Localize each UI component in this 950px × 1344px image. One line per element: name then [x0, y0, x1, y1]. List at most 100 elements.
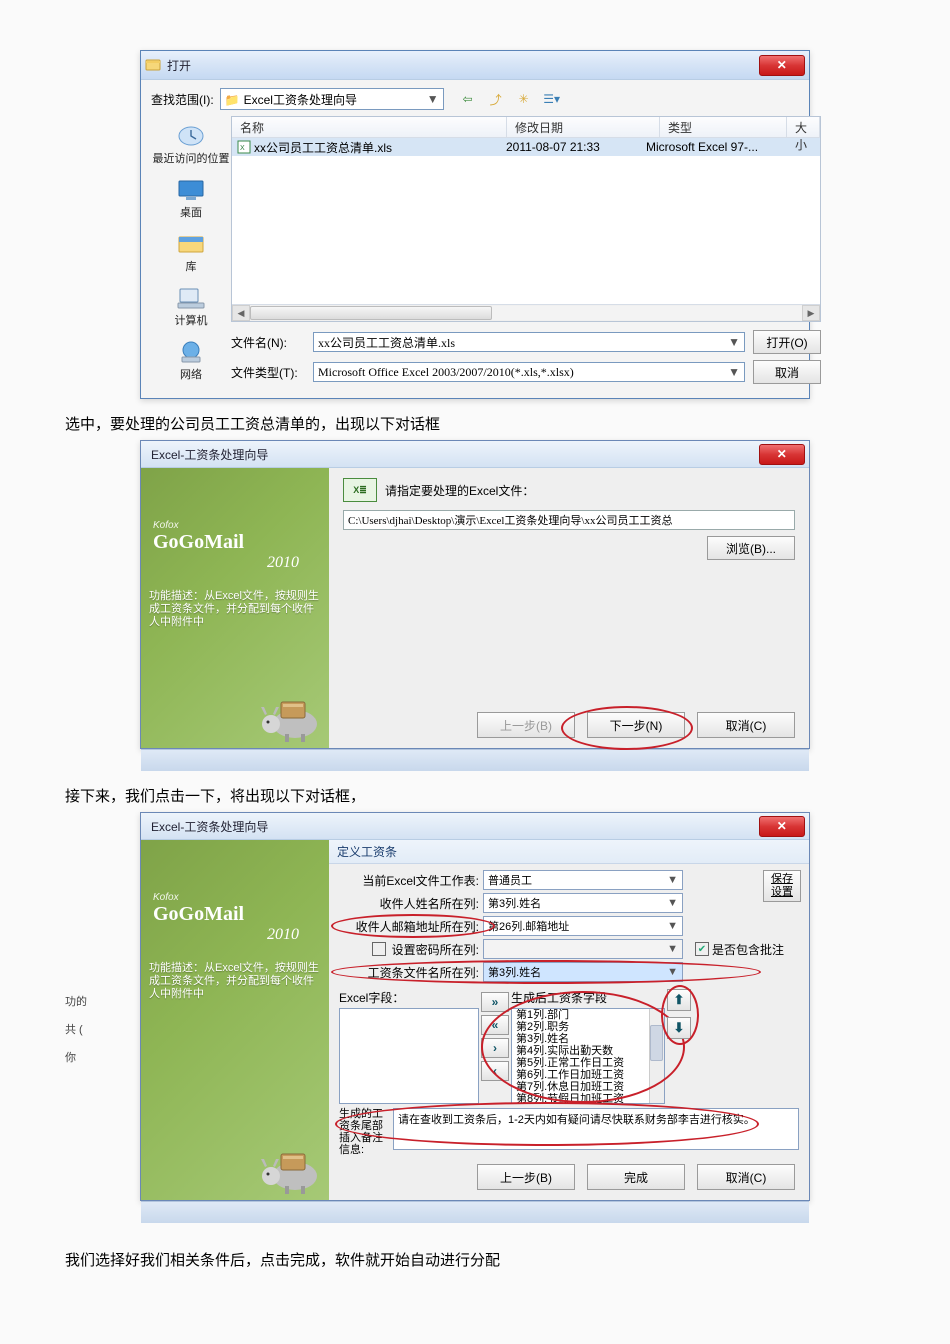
caption-1: 选中，要处理的公司员工工资总清单的，出现以下对话框: [65, 413, 885, 434]
pwd-col-dropdown[interactable]: ▼: [483, 939, 683, 959]
group-title: 定义工资条: [329, 840, 809, 864]
chevron-down-icon: ▼: [667, 966, 678, 978]
sidebar-library[interactable]: 库: [151, 228, 231, 276]
wizard-banner: Kofox GoGoMail 2010 功能描述：从Excel文件，按规则生成工…: [141, 468, 329, 748]
fragment-strip: [141, 749, 809, 771]
mail-col-dropdown[interactable]: 第26列.邮箱地址▼: [483, 916, 683, 936]
network-icon: [173, 338, 209, 366]
back-icon[interactable]: ⇦: [456, 88, 480, 110]
mascot-icon: [251, 684, 323, 744]
close-button[interactable]: ✕: [759, 444, 805, 465]
pwd-col-label: 设置密码所在列:: [345, 941, 479, 958]
pwd-checkbox[interactable]: [372, 942, 386, 956]
selected-fields-list[interactable]: 第1列.部门 第2列.职务 第3列.姓名 第4列.实际出勤天数 第5列.正常工作…: [511, 1008, 665, 1104]
titlebar: Excel-工资条处理向导 ✕: [141, 813, 809, 840]
sheet-dropdown[interactable]: 普通员工▼: [483, 870, 683, 890]
list-scrollbar[interactable]: [649, 1009, 664, 1103]
col-size[interactable]: 大小: [787, 117, 820, 137]
filename-label: 文件名(N):: [231, 334, 305, 351]
chevron-down-icon: ▼: [667, 920, 678, 932]
cancel-button[interactable]: 取消: [753, 360, 821, 384]
excel-path-input[interactable]: C:\Users\djhai\Desktop\演示\Excel工资条处理向导\x…: [343, 510, 795, 530]
save-settings-button[interactable]: 保存 设置: [763, 870, 801, 902]
move-up-button[interactable]: ⬆: [667, 989, 691, 1011]
close-icon: ✕: [777, 447, 788, 461]
desktop-icon: [173, 176, 209, 204]
col-type[interactable]: 类型: [660, 117, 787, 137]
chevron-down-icon[interactable]: ▼: [728, 335, 740, 350]
chevron-down-icon: ▼: [667, 897, 678, 909]
mail-col-label: 收件人邮箱地址所在列:: [345, 918, 479, 935]
chevron-down-icon: ▼: [667, 874, 678, 886]
finish-button[interactable]: 完成: [587, 1164, 685, 1190]
sidebar-desktop[interactable]: 桌面: [151, 174, 231, 222]
available-fields-list[interactable]: [339, 1008, 479, 1104]
fragment-strip: [141, 1201, 809, 1223]
close-button[interactable]: ✕: [759, 55, 805, 76]
titlebar: 打开 ✕: [141, 51, 809, 80]
file-list[interactable]: 名称 修改日期 类型 大小 X xx公司员工工资总清单.xls 2011-08-…: [231, 116, 821, 322]
file-row[interactable]: X xx公司员工工资总清单.xls 2011-08-07 21:33 Micro…: [232, 138, 820, 156]
wizard-dialog-step2: Excel-工资条处理向导 ✕ Kofox GoGoMail 2010 功能描述…: [140, 812, 810, 1201]
file-list-header: 名称 修改日期 类型 大小: [232, 117, 820, 138]
view-menu-icon[interactable]: ☰▾: [540, 88, 564, 110]
move-all-right-button[interactable]: »: [481, 992, 509, 1012]
prompt-label: 请指定要处理的Excel文件：: [385, 482, 534, 499]
remark-checkbox[interactable]: ✔: [695, 942, 709, 956]
sheet-label: 当前Excel文件工作表:: [345, 872, 479, 889]
scroll-left-icon[interactable]: ◀: [232, 305, 250, 321]
caption-2: 接下来，我们点击一下，将出现以下对话框，: [65, 785, 885, 806]
filename-input[interactable]: xx公司员工工资总清单.xls ▼: [313, 332, 745, 352]
fname-col-dropdown[interactable]: 第3列.姓名▼: [483, 962, 683, 982]
close-icon: ✕: [777, 58, 788, 72]
sidebar-network[interactable]: 网络: [151, 336, 231, 384]
app-icon: [145, 57, 161, 73]
library-icon: [173, 230, 209, 258]
look-in-dropdown[interactable]: 📁Excel工资条处理向导 ▼: [220, 88, 444, 110]
dialog-title: 打开: [167, 57, 191, 74]
name-col-dropdown[interactable]: 第3列.姓名▼: [483, 893, 683, 913]
browse-button[interactable]: 浏览(B)...: [707, 536, 795, 560]
move-left-button[interactable]: ‹: [481, 1061, 509, 1081]
footer-note-textarea[interactable]: 请在查收到工资条后，1-2天内如有疑问请尽快联系财务部李吉进行核实。: [393, 1108, 799, 1150]
next-button[interactable]: 下一步(N): [587, 712, 685, 738]
chevron-down-icon: ▼: [427, 92, 439, 106]
move-all-left-button[interactable]: «: [481, 1015, 509, 1035]
prev-button[interactable]: 上一步(B): [477, 1164, 575, 1190]
cancel-button[interactable]: 取消(C): [697, 712, 795, 738]
scroll-thumb[interactable]: [250, 306, 492, 320]
horizontal-scrollbar[interactable]: ◀ ▶: [232, 304, 820, 321]
chevron-down-icon: ▼: [667, 943, 678, 955]
up-folder-icon[interactable]: ⤴: [484, 88, 508, 110]
xls-file-icon: X: [236, 139, 252, 155]
computer-icon: [173, 284, 209, 312]
close-icon: ✕: [777, 819, 788, 833]
svg-text:X: X: [240, 145, 245, 152]
name-col-label: 收件人姓名所在列:: [345, 895, 479, 912]
chevron-down-icon[interactable]: ▼: [728, 365, 740, 380]
places-sidebar: 最近访问的位置 桌面 库 计算机 网络: [151, 116, 231, 384]
sidebar-recent[interactable]: 最近访问的位置: [151, 120, 231, 168]
filetype-label: 文件类型(T):: [231, 364, 305, 381]
cancel-button[interactable]: 取消(C): [697, 1164, 795, 1190]
caption-3: 我们选择好我们相关条件后，点击完成，软件就开始自动进行分配: [65, 1249, 885, 1270]
close-button[interactable]: ✕: [759, 816, 805, 837]
open-button[interactable]: 打开(O): [753, 330, 821, 354]
move-down-button[interactable]: ⬇: [667, 1017, 691, 1039]
remark-label: 是否包含批注: [712, 941, 784, 958]
dialog-title: Excel-工资条处理向导: [151, 446, 268, 463]
col-date[interactable]: 修改日期: [507, 117, 660, 137]
col-name[interactable]: 名称: [232, 117, 507, 137]
move-right-button[interactable]: ›: [481, 1038, 509, 1058]
right-list-label: 生成后工资条字段: [511, 989, 665, 1006]
filetype-dropdown[interactable]: Microsoft Office Excel 2003/2007/2010(*.…: [313, 362, 745, 382]
scroll-right-icon[interactable]: ▶: [802, 305, 820, 321]
prev-button: 上一步(B): [477, 712, 575, 738]
new-folder-icon[interactable]: ✳: [512, 88, 536, 110]
wizard-banner: Kofox GoGoMail 2010 功能描述：从Excel文件，按规则生成工…: [141, 840, 329, 1200]
fname-col-label: 工资条文件名所在列:: [345, 964, 479, 981]
background-text: 功的 共 ( 你: [65, 988, 97, 1072]
sidebar-computer[interactable]: 计算机: [151, 282, 231, 330]
titlebar: Excel-工资条处理向导 ✕: [141, 441, 809, 468]
mascot-icon: [251, 1136, 323, 1196]
